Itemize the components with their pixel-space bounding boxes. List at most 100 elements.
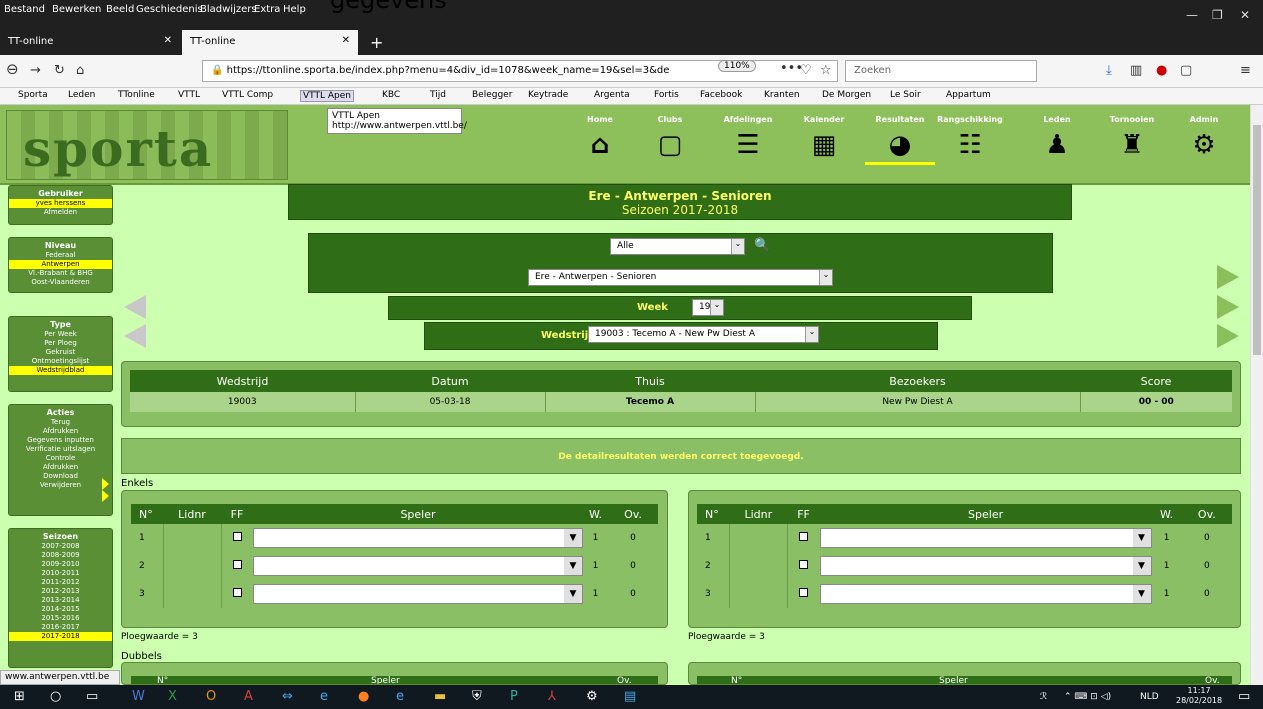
nav-resultaten[interactable]: Resultaten ◕	[860, 105, 940, 165]
menu-geschiedenis[interactable]: Geschiedenis	[136, 4, 203, 15]
sidebar-item-afdrukken-2[interactable]: Afdrukken	[9, 463, 112, 472]
sidebar-item-download[interactable]: Download	[9, 472, 112, 481]
teamviewer-icon[interactable]: ⇔	[282, 689, 293, 704]
ff-checkbox[interactable]	[232, 560, 242, 569]
outlook-icon[interactable]: O	[206, 689, 216, 704]
app-icon[interactable]: ▤	[624, 689, 636, 704]
search-icon[interactable]: ○	[50, 689, 61, 704]
sidebar-item-controle[interactable]: Controle	[9, 454, 112, 463]
back-icon[interactable]: ⊖	[6, 60, 19, 78]
scrollbar-thumb[interactable]	[1253, 125, 1261, 355]
sidebar-item-afmelden[interactable]: Afmelden	[9, 208, 112, 217]
nav-afdelingen[interactable]: Afdelingen ☰	[708, 105, 788, 160]
explorer-icon[interactable]: ▬	[434, 689, 446, 704]
close-window-icon[interactable]: ✕	[1240, 8, 1250, 22]
bookmark-kbc[interactable]: KBC	[382, 90, 400, 100]
bookmark-belegger[interactable]: Belegger	[472, 90, 512, 100]
bookmark-vttl[interactable]: VTTL	[178, 90, 200, 100]
menu-bestand[interactable]: Bestand	[4, 4, 45, 15]
nav-rangschikking[interactable]: Rangschikking ☷	[930, 105, 1010, 160]
player-select[interactable]: ▼	[253, 556, 583, 576]
next-division-arrow-icon[interactable]	[1217, 265, 1239, 289]
excel-icon[interactable]: X	[168, 689, 177, 704]
sidebar-item-season[interactable]: 2008-2009	[9, 551, 112, 560]
nav-tornooien[interactable]: Tornooien ♜	[1092, 105, 1172, 160]
tab-1[interactable]: TT-online ✕	[0, 30, 180, 55]
sidebar-item-season[interactable]: 2015-2016	[9, 614, 112, 623]
player-select[interactable]: ▼	[253, 584, 583, 604]
sidebar-item-season[interactable]: 2017-2018	[9, 632, 112, 641]
filter-select[interactable]: Alle ⌄	[610, 238, 745, 255]
player-select[interactable]: ▼	[819, 556, 1152, 576]
bookmark-star-icon[interactable]: ☆	[820, 63, 832, 78]
match-select[interactable]: 19003 : Tecemo A - New Pw Diest A ⌄	[588, 326, 819, 343]
download-icon[interactable]: ⤓	[1106, 63, 1112, 78]
ff-checkbox[interactable]	[232, 588, 242, 597]
ff-checkbox[interactable]	[232, 532, 242, 541]
sidebar-item-season[interactable]: 2016-2017	[9, 623, 112, 632]
ff-checkbox[interactable]	[799, 588, 809, 597]
forward-icon[interactable]: →	[30, 63, 41, 78]
ie-icon[interactable]: e	[320, 689, 328, 704]
prev-match-arrow-icon[interactable]	[124, 324, 146, 348]
sidebar-item-season[interactable]: 2014-2015	[9, 605, 112, 614]
player-select[interactable]: ▼	[819, 528, 1152, 548]
bookmark-de-morgen[interactable]: De Morgen	[822, 90, 871, 100]
bookmark-fortis[interactable]: Fortis	[654, 90, 679, 100]
page-scrollbar[interactable]	[1250, 105, 1263, 685]
clock[interactable]: 11:17 28/02/2018	[1176, 686, 1222, 706]
division-select[interactable]: Ere - Antwerpen - Senioren ⌄	[528, 269, 833, 286]
nav-clubs[interactable]: Clubs ▢	[630, 105, 710, 160]
sidebar-item-terug[interactable]: Terug	[9, 418, 112, 427]
language-indicator[interactable]: NLD	[1140, 692, 1159, 702]
sidebar-item-oost-vlaanderen[interactable]: Oost-Vlaanderen	[9, 278, 112, 287]
settings-icon[interactable]: ⚙	[586, 689, 598, 704]
sidebar-item-season[interactable]: 2011-2012	[9, 578, 112, 587]
sidebar-item-ontmoetingslijst[interactable]: Ontmoetingslijst	[9, 357, 112, 366]
player-select[interactable]: ▼	[819, 584, 1152, 604]
library-icon[interactable]: ▥	[1130, 63, 1142, 78]
sidebar-item-season[interactable]: 2010-2011	[9, 569, 112, 578]
prev-week-arrow-icon[interactable]	[124, 295, 146, 319]
nav-kalender[interactable]: Kalender ▦	[784, 105, 864, 160]
sidebar-item-verificatie[interactable]: Verificatie uitslagen	[9, 445, 112, 454]
publisher-icon[interactable]: P	[510, 689, 518, 704]
sidebar-toggle-icon[interactable]: ▢	[1180, 63, 1192, 78]
pdf-icon[interactable]: ⅄	[548, 689, 556, 704]
nav-admin[interactable]: Admin ⚙	[1164, 105, 1244, 160]
pocket-icon[interactable]: ♡	[800, 63, 812, 78]
minimize-icon[interactable]: —	[1186, 8, 1198, 22]
word-icon[interactable]: W	[132, 689, 145, 704]
adblock-icon[interactable]: ●	[1156, 63, 1167, 78]
sidebar-item-federaal[interactable]: Federaal	[9, 251, 112, 260]
zoom-level[interactable]: 110%	[718, 60, 756, 72]
next-week-arrow-icon[interactable]	[1217, 295, 1239, 319]
nav-home[interactable]: Home ⌂	[560, 105, 640, 160]
bookmark-tijd[interactable]: Tijd	[430, 90, 446, 100]
sidebar-item-per-week[interactable]: Per Week	[9, 330, 112, 339]
sidebar-item-verwijderen[interactable]: Verwijderen	[9, 481, 112, 490]
notifications-icon[interactable]: ▭	[1238, 689, 1250, 704]
sidebar-item-season[interactable]: 2007-2008	[9, 542, 112, 551]
bookmark-sporta[interactable]: Sporta	[18, 90, 48, 100]
ff-checkbox[interactable]	[799, 560, 809, 569]
restore-icon[interactable]: ❐	[1212, 8, 1223, 22]
sidebar-item-vl-brabant[interactable]: Vl.-Brabant & BHG	[9, 269, 112, 278]
menu-bladwijzers[interactable]: Bladwijzers	[200, 4, 257, 15]
new-tab-icon[interactable]: +	[362, 27, 391, 52]
sporta-logo[interactable]: sporta	[6, 110, 288, 180]
bookmark-keytrade[interactable]: Keytrade	[528, 90, 568, 100]
sidebar-item-gegevens-inputten[interactable]: Gegevens inputten	[9, 436, 112, 445]
edge-icon[interactable]: e	[396, 689, 404, 704]
close-tab-icon[interactable]: ✕	[342, 35, 350, 46]
sidebar-item-antwerpen[interactable]: Antwerpen	[9, 260, 112, 269]
task-view-icon[interactable]: ▭	[86, 689, 98, 704]
bookmark-facebook[interactable]: Facebook	[700, 90, 742, 100]
sidebar-item-per-ploeg[interactable]: Per Ploeg	[9, 339, 112, 348]
week-select[interactable]: 19 ⌄	[692, 299, 724, 316]
bookmark-ttonline[interactable]: TTonline	[118, 90, 155, 100]
sidebar-item-season[interactable]: 2009-2010	[9, 560, 112, 569]
next-match-arrow-icon[interactable]	[1217, 324, 1239, 348]
sidebar-item-user[interactable]: yves herssens	[9, 199, 112, 208]
hamburger-menu-icon[interactable]: ≡	[1240, 63, 1251, 78]
